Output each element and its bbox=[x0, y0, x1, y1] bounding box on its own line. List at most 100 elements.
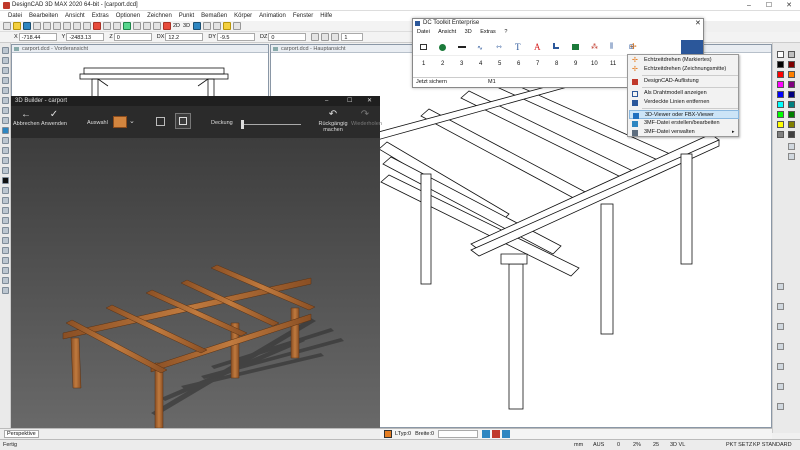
pan-icon[interactable] bbox=[113, 22, 121, 30]
measure-dim-icon[interactable]: ⇿ bbox=[496, 43, 502, 51]
sphere-icon[interactable] bbox=[2, 227, 9, 234]
solid-icon[interactable] bbox=[2, 257, 9, 264]
menu-optionen[interactable]: Optionen bbox=[116, 13, 140, 19]
color-dark-green-swatch[interactable] bbox=[788, 111, 795, 118]
scroll-tool-icon[interactable] bbox=[777, 383, 784, 390]
mode-3d-label[interactable]: 3D bbox=[183, 23, 190, 29]
camera-icon[interactable] bbox=[2, 287, 9, 294]
builder-apply-button[interactable]: ✓ Anwenden bbox=[41, 109, 67, 127]
scroll-tool-icon[interactable] bbox=[777, 323, 784, 330]
curve-icon[interactable] bbox=[2, 137, 9, 144]
color-purple-swatch[interactable] bbox=[788, 81, 795, 88]
light-icon[interactable] bbox=[2, 277, 9, 284]
scale-tool-icon[interactable] bbox=[2, 77, 9, 84]
x-field[interactable]: -718.44 bbox=[18, 33, 57, 41]
print-icon[interactable] bbox=[33, 22, 41, 30]
color-indicator-icon[interactable] bbox=[384, 430, 392, 438]
toolkit-menu-datei[interactable]: Datei bbox=[417, 29, 430, 35]
menu-item-designcad-list[interactable]: DesignCAD-Auflistung bbox=[629, 77, 739, 86]
info-icon[interactable] bbox=[203, 22, 212, 30]
builder-redo-button[interactable]: ↷ Wiederholen bbox=[351, 109, 382, 127]
toolkit-menu-3d[interactable]: 3D bbox=[465, 29, 472, 35]
menu-koerper[interactable]: Körper bbox=[234, 13, 252, 19]
maximize-icon[interactable]: ☐ bbox=[760, 0, 778, 11]
palette-tool-icon[interactable] bbox=[788, 153, 795, 160]
color-silver-swatch[interactable] bbox=[788, 51, 795, 58]
color-white-swatch[interactable] bbox=[777, 51, 784, 58]
menu-item-3mf-manage[interactable]: 3MF-Datei verwalten ▸ bbox=[629, 128, 739, 137]
sweep-icon[interactable] bbox=[2, 247, 9, 254]
grid-view-button[interactable] bbox=[175, 113, 191, 129]
open-folder-icon[interactable] bbox=[13, 22, 21, 30]
color-orange-swatch[interactable] bbox=[788, 71, 795, 78]
point-icon[interactable] bbox=[2, 197, 9, 204]
hatch-icon[interactable] bbox=[2, 167, 9, 174]
toolkit-menu-help[interactable]: ? bbox=[504, 29, 507, 35]
toolkit-close-icon[interactable]: ✕ bbox=[695, 19, 701, 28]
zoom-icon[interactable] bbox=[103, 22, 111, 30]
move-tool-icon[interactable] bbox=[2, 57, 9, 64]
toolkit-slot-5[interactable]: 5 bbox=[498, 61, 501, 67]
menu-item-hidden-lines[interactable]: Verdeckte Linien entfernen bbox=[629, 98, 739, 107]
redraw-icon[interactable] bbox=[93, 22, 101, 30]
color-red-swatch[interactable] bbox=[777, 71, 784, 78]
3d-model-viewport[interactable] bbox=[11, 138, 380, 436]
redo-icon[interactable] bbox=[83, 22, 91, 30]
toolkit-slot-4[interactable]: 4 bbox=[479, 61, 482, 67]
rotate-tool-icon[interactable] bbox=[2, 67, 9, 74]
menu-bearbeiten[interactable]: Bearbeiten bbox=[29, 13, 58, 19]
color-magenta-swatch[interactable] bbox=[777, 81, 784, 88]
menu-zeichnen[interactable]: Zeichnen bbox=[147, 13, 172, 19]
save-icon[interactable] bbox=[23, 22, 31, 30]
toolkit-slot-8[interactable]: 8 bbox=[555, 61, 558, 67]
render-icon[interactable] bbox=[223, 22, 232, 30]
toolkit-slot-9[interactable]: 9 bbox=[574, 61, 577, 67]
builder-minimize-icon[interactable]: – bbox=[325, 96, 328, 106]
menu-animation[interactable]: Animation bbox=[259, 13, 286, 19]
menu-bemassen[interactable]: Bemaßen bbox=[201, 13, 227, 19]
color-olive-swatch[interactable] bbox=[788, 121, 795, 128]
paint-icon[interactable] bbox=[156, 117, 165, 126]
ortho-icon[interactable] bbox=[153, 22, 161, 30]
3d-builder-window[interactable]: 3D Builder - carport – ☐ ✕ ← Abbrechen ✓ A… bbox=[11, 96, 382, 436]
color-yellow-swatch[interactable] bbox=[777, 121, 784, 128]
y-field[interactable]: -2483.13 bbox=[66, 33, 105, 41]
perspective-dropdown[interactable]: Perspektive bbox=[4, 430, 39, 438]
text-tool-icon[interactable] bbox=[2, 127, 9, 134]
color-black-swatch[interactable] bbox=[777, 61, 784, 68]
color-gray-swatch[interactable] bbox=[777, 131, 784, 138]
toolkit-slot-10[interactable]: 10 bbox=[591, 61, 598, 67]
pencil-icon[interactable] bbox=[321, 33, 330, 41]
box-icon[interactable] bbox=[2, 207, 9, 214]
menu-ansicht[interactable]: Ansicht bbox=[65, 13, 85, 19]
scroll-tool-icon[interactable] bbox=[777, 363, 784, 370]
font-a-icon[interactable]: A bbox=[534, 42, 541, 52]
line-width-field[interactable] bbox=[438, 430, 479, 438]
scroll-tool-icon[interactable] bbox=[777, 403, 784, 410]
scroll-tool-icon[interactable] bbox=[777, 283, 784, 290]
scroll-tool-icon[interactable] bbox=[777, 303, 784, 310]
builder-close-icon[interactable]: ✕ bbox=[367, 96, 372, 106]
toolkit-slot-1[interactable]: 1 bbox=[422, 61, 425, 67]
color-green-swatch[interactable] bbox=[777, 111, 784, 118]
settings-icon[interactable] bbox=[502, 430, 511, 438]
toolkit-slot-11[interactable]: 11 bbox=[610, 61, 616, 67]
color-dark-gray-swatch[interactable] bbox=[788, 131, 795, 138]
copy-icon[interactable] bbox=[53, 22, 61, 30]
menu-item-rotate-center[interactable]: ✢ Echtzeitdrehen (Zeichnungsmitte) bbox=[629, 65, 739, 74]
undo-icon[interactable] bbox=[73, 22, 81, 30]
layer-stack-icon[interactable] bbox=[572, 44, 579, 50]
points-icon[interactable]: ⁂ bbox=[591, 43, 598, 51]
color-blue-swatch[interactable] bbox=[777, 91, 784, 98]
fill-icon[interactable] bbox=[2, 177, 9, 184]
dz-field[interactable]: 0 bbox=[268, 33, 307, 41]
menu-extras[interactable]: Extras bbox=[92, 13, 109, 19]
menu-item-wireframe[interactable]: Als Drahtmodell anzeigen bbox=[629, 89, 739, 98]
crosshair-icon[interactable]: ✢ bbox=[630, 42, 637, 51]
line-style-icon[interactable] bbox=[458, 46, 466, 48]
builder-maximize-icon[interactable]: ☐ bbox=[347, 96, 352, 106]
direction-icon[interactable] bbox=[331, 33, 340, 41]
chevron-down-icon[interactable]: ⌄ bbox=[129, 117, 135, 125]
menu-punkt[interactable]: Punkt bbox=[179, 13, 194, 19]
paste-icon[interactable] bbox=[63, 22, 71, 30]
